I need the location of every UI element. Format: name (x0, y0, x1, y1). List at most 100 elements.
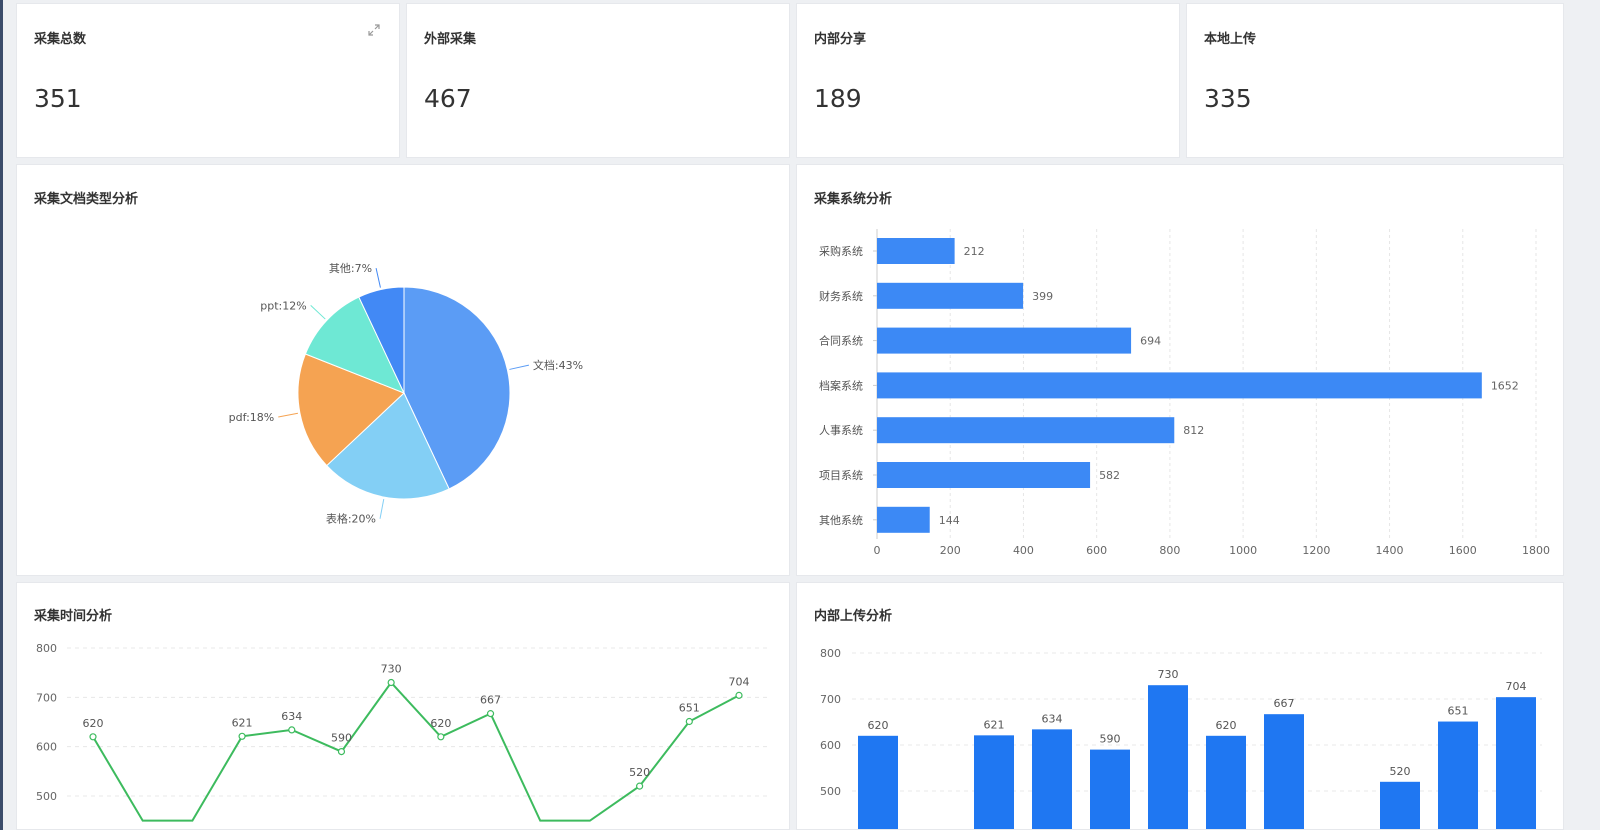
bar-value-label: 399 (1032, 290, 1053, 303)
y-tick-label: 600 (820, 739, 841, 752)
data-point (685, 717, 693, 726)
pie-label-line (310, 305, 326, 320)
y-tick-label: 700 (820, 693, 841, 706)
data-label: 621 (232, 716, 253, 729)
stat-title: 内部分享 (814, 32, 867, 47)
bar (1496, 697, 1536, 829)
bar-value-label: 144 (939, 514, 960, 527)
data-point (238, 732, 246, 740)
bar (858, 735, 898, 829)
stat-value: 189 (814, 84, 862, 113)
data-point (437, 733, 445, 741)
pie-label-line (509, 364, 530, 370)
data-point (288, 726, 296, 734)
bar (1032, 729, 1072, 829)
bar-value-label: 590 (1100, 733, 1121, 746)
x-tick-label: 1400 (1376, 544, 1404, 557)
data-label: 667 (480, 694, 501, 707)
bar-value-label: 667 (1274, 697, 1295, 710)
bar (877, 462, 1091, 488)
upload-bar-chart: 800 700 600 500 620 621 634 590 730 620 667 520 651 7… (820, 647, 1542, 829)
x-tick-label: 400 (1013, 544, 1034, 557)
data-point (735, 691, 743, 699)
bar (1206, 735, 1246, 829)
bar-value-label: 651 (1448, 705, 1469, 718)
y-tick-label: 700 (36, 691, 57, 704)
bar-value-label: 621 (984, 718, 1005, 731)
pie-label-line (379, 498, 385, 519)
stat-card-local-upload: 本地上传 335 (1186, 3, 1564, 158)
stat-card-external: 外部采集 467 (406, 3, 790, 158)
bar (877, 372, 1482, 399)
y-tick-label: 800 (36, 642, 57, 655)
system-panel: 采集系统分析 0 200 400 600 800 1000 1200 1400 1600 1800… (796, 164, 1564, 576)
y-category-label: 档案系统 (819, 378, 863, 392)
data-point (89, 733, 97, 741)
bar-value-label: 212 (964, 245, 985, 258)
pie-label: 文档:43% (533, 358, 583, 372)
data-label: 704 (729, 675, 750, 688)
y-tick-label: 600 (36, 741, 57, 754)
upload-panel: 内部上传分析 800 700 600 500 620 621 634 590 730 620 667… (796, 582, 1564, 830)
y-category-label: 人事系统 (819, 424, 863, 437)
y-category-label: 其他系统 (819, 514, 863, 527)
bar (1090, 749, 1130, 829)
stat-card-total: 采集总数 351 (16, 3, 400, 158)
stat-card-internal-share: 内部分享 189 (796, 3, 1180, 158)
doc-type-panel: 采集文档类型分析 文档:43% 表格:20% pdf:18% ppt:12% 其他:7% (16, 164, 790, 576)
data-point (636, 782, 644, 790)
pie-chart: 文档:43% 表格:20% pdf:18% ppt:12% 其他:7% (229, 262, 583, 526)
bar-value-label: 1652 (1491, 379, 1519, 392)
y-category-label: 项目系统 (819, 469, 863, 482)
stat-value: 351 (34, 84, 82, 113)
pie-label: 表格:20% (326, 512, 376, 526)
bar (877, 417, 1175, 444)
bar-value-label: 582 (1099, 469, 1120, 482)
pie-label-line (278, 412, 299, 418)
bar (877, 238, 955, 264)
time-panel: 采集时间分析 800 700 600 500 620 621 634 590 730 620 667… (16, 582, 790, 830)
bar (877, 506, 930, 533)
pie-label: ppt:12% (260, 299, 306, 312)
window-edge (0, 0, 3, 830)
x-tick-label: 1000 (1229, 544, 1257, 557)
bar (1380, 781, 1420, 829)
bar (974, 735, 1014, 829)
x-tick-label: 600 (1086, 544, 1107, 557)
y-category-label: 合同系统 (819, 334, 863, 348)
time-line-chart: 800 700 600 500 620 621 634 590 730 620 667 520 651 7… (36, 642, 767, 822)
bar-value-label: 730 (1158, 668, 1179, 681)
x-tick-label: 200 (940, 544, 961, 557)
y-tick-label: 500 (820, 785, 841, 798)
data-label: 730 (381, 663, 402, 676)
bar (877, 327, 1132, 354)
bar-value-label: 520 (1390, 765, 1411, 778)
bar-value-label: 812 (1183, 424, 1204, 437)
y-category-label: 财务系统 (819, 289, 863, 303)
bar-value-label: 620 (868, 719, 889, 732)
data-point (486, 710, 495, 718)
x-tick-label: 800 (1159, 544, 1180, 557)
data-label: 520 (629, 766, 650, 779)
bar (1438, 721, 1478, 829)
bar-value-label: 704 (1506, 680, 1527, 693)
stat-title: 采集总数 (34, 32, 87, 47)
data-label: 651 (679, 702, 700, 715)
expand-icon[interactable] (367, 22, 381, 36)
stat-value: 335 (1204, 84, 1252, 113)
data-point (337, 748, 346, 756)
pie-label: 其他:7% (329, 262, 372, 275)
data-label: 620 (83, 717, 104, 730)
data-point (387, 678, 395, 687)
data-label: 634 (281, 710, 302, 723)
y-tick-label: 800 (820, 647, 841, 660)
y-tick-label: 500 (36, 790, 57, 803)
data-label: 590 (331, 732, 352, 745)
x-tick-label: 0 (874, 544, 881, 557)
x-tick-label: 1200 (1302, 544, 1330, 557)
pie-label-line (375, 267, 381, 288)
pie-label: pdf:18% (229, 411, 275, 424)
series-line (92, 680, 740, 822)
bar (877, 282, 1024, 309)
system-bar-chart: 0 200 400 600 800 1000 1200 1400 1600 1800 采购系统 212… (819, 229, 1550, 557)
